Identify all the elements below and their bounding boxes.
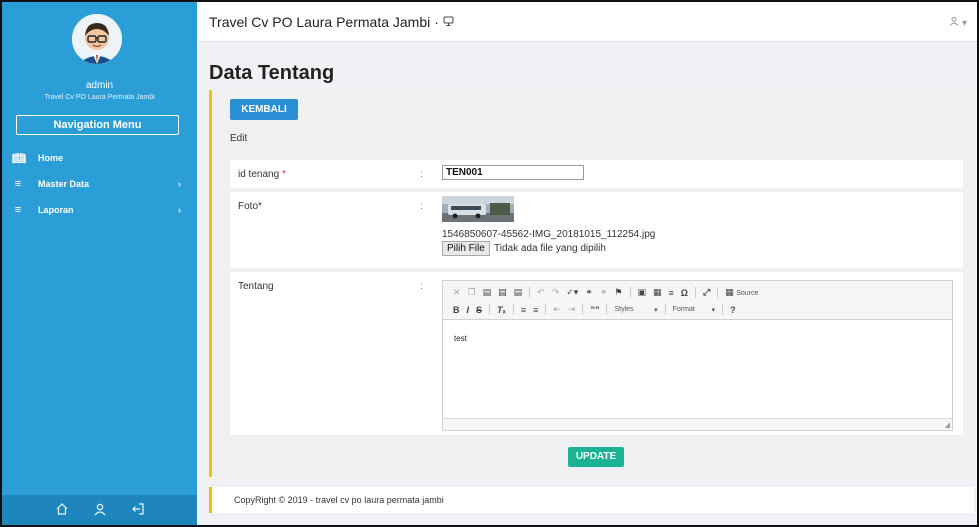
- resize-handle-icon[interactable]: ◢: [945, 421, 950, 429]
- sidebar-item-master-data[interactable]: ≡ Master Data ›: [2, 173, 197, 195]
- toolbar-separator: [582, 304, 584, 315]
- id-label: id tenang *: [238, 169, 286, 180]
- editor-content[interactable]: test: [454, 334, 467, 343]
- spellcheck-icon[interactable]: ✓▾: [566, 287, 578, 298]
- remove-format-icon[interactable]: Tₓ: [497, 305, 506, 315]
- indent-icon[interactable]: ⇥: [568, 304, 576, 315]
- numbered-list-icon[interactable]: ≡: [521, 305, 526, 315]
- logout-icon[interactable]: [131, 502, 145, 519]
- special-char-icon[interactable]: Ω: [681, 288, 688, 298]
- caret-down-icon: ▾: [961, 18, 967, 29]
- list-icon: ≡: [14, 204, 22, 216]
- app-window: admin Travel Cv PO Laura Permata Jambi N…: [0, 0, 979, 527]
- form-row-photo: Foto* : 1546850607-45562-IMG_20181015_11…: [230, 192, 963, 268]
- toolbar-separator: [629, 287, 631, 298]
- blockquote-icon[interactable]: ””: [590, 305, 599, 315]
- sidebar-footer: [2, 495, 197, 525]
- app-title: Travel Cv PO Laura Permata Jambi ·: [209, 14, 454, 30]
- styles-dropdown[interactable]: Styles: [614, 306, 633, 313]
- user-organization: Travel Cv PO Laura Permata Jambi: [44, 94, 155, 101]
- toolbar-separator: [606, 304, 608, 315]
- sidebar-item-label: Home: [38, 153, 64, 163]
- toolbar-separator: [664, 304, 666, 315]
- colon: :: [420, 281, 423, 292]
- source-button[interactable]: ▦ Source: [725, 287, 758, 298]
- form-row-id: id tenang * :: [230, 160, 963, 188]
- sidebar-item-label: Master Data: [38, 179, 90, 189]
- paste-text-icon[interactable]: ▤: [498, 287, 507, 298]
- toolbar-separator: [512, 304, 514, 315]
- redo-icon[interactable]: ↷: [552, 287, 560, 298]
- user-icon: [949, 17, 959, 26]
- sidebar-item-label: Laporan: [38, 205, 74, 215]
- update-button[interactable]: UPDATE: [568, 447, 624, 467]
- id-input[interactable]: [442, 165, 584, 180]
- italic-icon[interactable]: I: [467, 305, 470, 315]
- toolbar-separator: [722, 304, 724, 315]
- help-icon[interactable]: ?: [730, 305, 736, 315]
- link-icon[interactable]: ⚭: [585, 287, 593, 298]
- table-icon[interactable]: ▦: [653, 287, 662, 298]
- page-footer: CopyRight © 2019 - travel cv po laura pe…: [209, 487, 974, 513]
- colon: :: [420, 169, 423, 180]
- copyright-text: CopyRight © 2019 - travel cv po laura pe…: [234, 495, 444, 505]
- navigation-menu-header[interactable]: Navigation Menu: [16, 115, 179, 135]
- paste-word-icon[interactable]: ▤: [514, 287, 523, 298]
- toolbar-separator: [529, 287, 531, 298]
- monitor-icon: [443, 14, 454, 30]
- chevron-down-icon: ▾: [701, 306, 716, 314]
- sidebar-item-laporan[interactable]: ≡ Laporan ›: [2, 199, 197, 221]
- chevron-down-icon: ▾: [640, 306, 658, 314]
- photo-label: Foto*: [238, 201, 262, 212]
- outdent-icon[interactable]: ⇤: [553, 304, 561, 315]
- unlink-icon[interactable]: ⚭: [600, 287, 608, 298]
- sidebar-item-home[interactable]: 📖︎ Home: [2, 147, 197, 169]
- toolbar-separator: [545, 304, 547, 315]
- editor-toolbar: ✕ ❐ ▤ ▤ ▤ ↶ ↷ ✓▾ ⚭ ⚭ ⚑ ▣ ▦ ≡ Ω ⤢ ▦ Sourc…: [443, 281, 952, 320]
- toolbar-row-2: B I S Tₓ ≡ ≡ ⇤ ⇥ ”” Styles ▾ Format ▾ ?: [453, 302, 736, 317]
- colon: :: [420, 201, 423, 212]
- editor-status-bar: ◢: [443, 418, 952, 430]
- image-icon[interactable]: ▣: [638, 287, 647, 298]
- rich-text-editor[interactable]: ✕ ❐ ▤ ▤ ▤ ↶ ↷ ✓▾ ⚭ ⚭ ⚑ ▣ ▦ ≡ Ω ⤢ ▦ Sourc…: [442, 280, 953, 431]
- back-button[interactable]: KEMBALI: [230, 99, 298, 120]
- choose-file-button[interactable]: Pilih File: [442, 241, 490, 256]
- toolbar-row-1: ✕ ❐ ▤ ▤ ▤ ↶ ↷ ✓▾ ⚭ ⚭ ⚑ ▣ ▦ ≡ Ω ⤢ ▦ Sourc…: [453, 285, 758, 300]
- chevron-right-icon: ›: [178, 179, 181, 189]
- anchor-flag-icon[interactable]: ⚑: [614, 287, 622, 298]
- top-bar: Travel Cv PO Laura Permata Jambi · ▾: [197, 2, 977, 42]
- cut-icon[interactable]: ✕: [453, 287, 461, 298]
- maximize-icon[interactable]: ⤢: [703, 287, 710, 298]
- strikethrough-icon[interactable]: S: [476, 305, 482, 315]
- edit-label: Edit: [230, 133, 248, 144]
- bold-icon[interactable]: B: [453, 305, 460, 315]
- horizontal-line-icon[interactable]: ≡: [669, 288, 674, 298]
- form-row-about: Tentang : ✕ ❐ ▤ ▤ ▤ ↶ ↷ ✓▾ ⚭ ⚭ ⚑ ▣ ▦ ≡ Ω…: [230, 272, 963, 435]
- avatar: [72, 14, 122, 64]
- sidebar: admin Travel Cv PO Laura Permata Jambi N…: [2, 2, 197, 525]
- home-icon[interactable]: [55, 502, 69, 519]
- toolbar-separator: [717, 287, 719, 298]
- photo-file-name: 1546850607-45562-IMG_20181015_112254.jpg: [442, 229, 656, 240]
- format-dropdown[interactable]: Format: [673, 306, 695, 313]
- toolbar-separator: [695, 287, 697, 298]
- page-title: Data Tentang: [209, 62, 335, 84]
- photo-thumbnail: [442, 196, 514, 222]
- user-icon[interactable]: [93, 502, 107, 519]
- user-menu-toggle[interactable]: ▾: [949, 16, 967, 29]
- copy-icon[interactable]: ❐: [468, 287, 476, 298]
- file-status: Tidak ada file yang dipilih: [494, 243, 606, 254]
- paste-icon[interactable]: ▤: [483, 287, 492, 298]
- toolbar-separator: [489, 304, 491, 315]
- chevron-right-icon: ›: [178, 205, 181, 215]
- book-icon: 📖︎: [12, 152, 26, 165]
- list-icon: ≡: [14, 178, 22, 190]
- edit-panel: KEMBALI Edit id tenang * : Foto* :: [209, 90, 974, 477]
- bulleted-list-icon[interactable]: ≡: [533, 305, 538, 315]
- user-name: admin: [85, 80, 114, 91]
- about-label: Tentang: [238, 281, 274, 292]
- undo-icon[interactable]: ↶: [537, 287, 545, 298]
